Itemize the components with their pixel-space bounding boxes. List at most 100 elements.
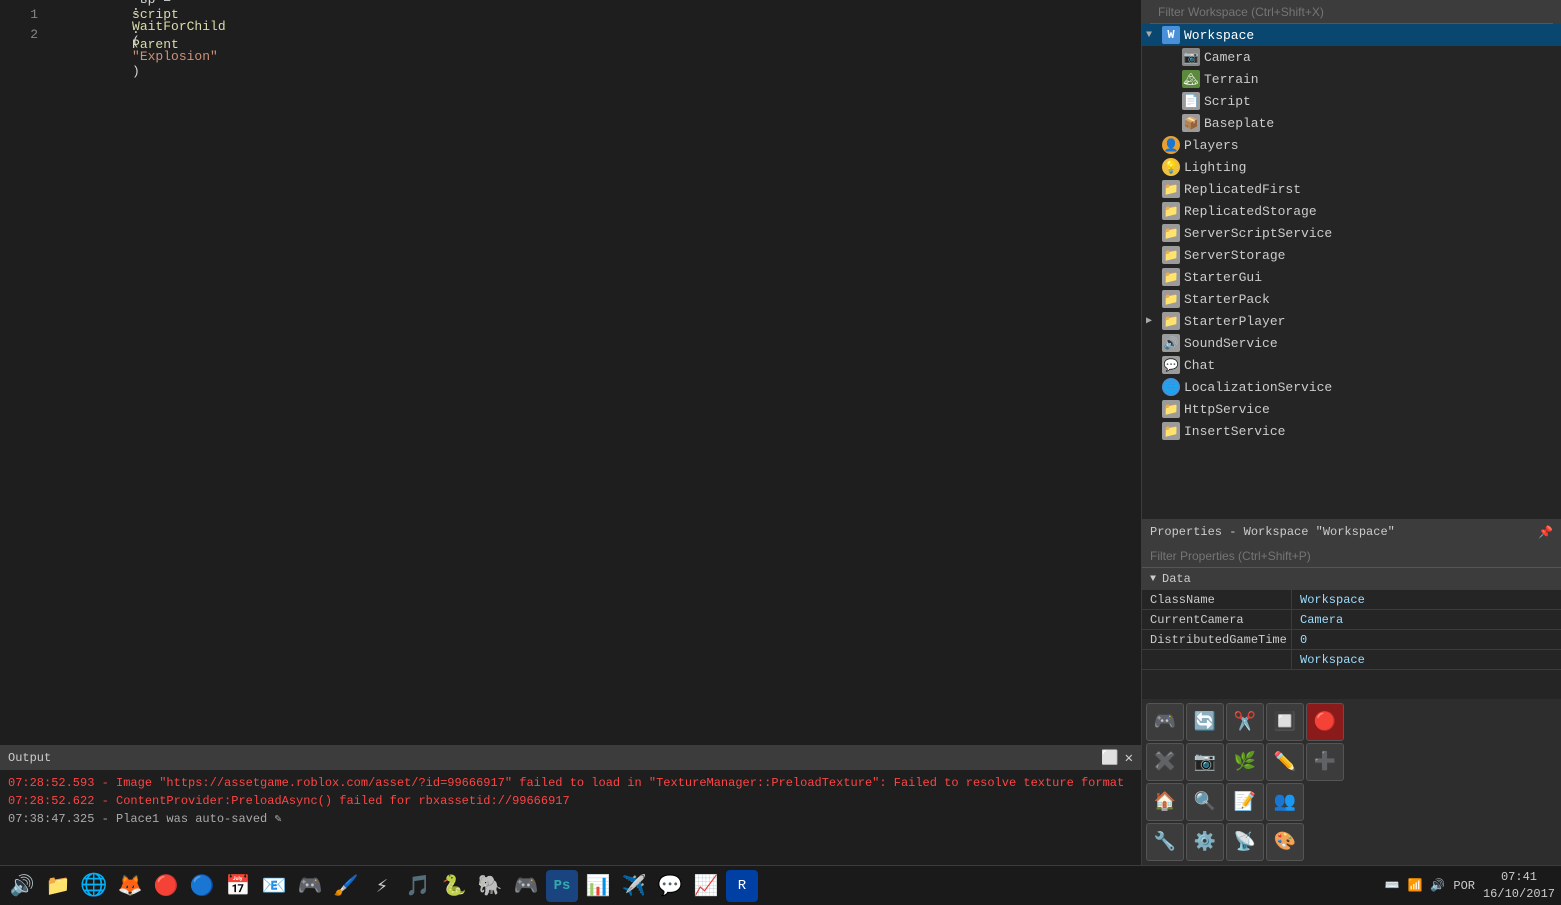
taskbar-app10[interactable]: 💬 [654, 870, 686, 902]
tree-item-sound-service[interactable]: 🔊 SoundService [1142, 332, 1561, 354]
tree-item-starter-pack[interactable]: 📁 StarterPack [1142, 288, 1561, 310]
toolbar-btn-8[interactable]: 🌿 [1226, 743, 1264, 781]
output-maximize-icon[interactable]: ⬜ [1101, 750, 1118, 767]
code-line-2: 2 sp : WaitForChild ( "Explosion" ) [0, 24, 1141, 44]
code-waitforchild: WaitForChild [132, 19, 226, 34]
toolbar-btn-1[interactable]: 🎮 [1146, 703, 1184, 741]
toolbar-btn-13[interactable]: 📝 [1226, 783, 1264, 821]
taskbar-roblox2[interactable]: R [726, 870, 758, 902]
toolbar-btn-9[interactable]: ✏️ [1266, 743, 1304, 781]
sound-service-icon: 🔊 [1162, 334, 1180, 352]
tree-item-server-storage[interactable]: 📁 ServerStorage [1142, 244, 1561, 266]
taskbar-app2[interactable]: 📧 [258, 870, 290, 902]
right-panel: ▼ W Workspace 📷 Camera 🏔 Terrain [1141, 0, 1561, 865]
tree-item-script[interactable]: 📄 Script [1142, 90, 1561, 112]
taskbar-network-icon: 📶 [1407, 878, 1422, 893]
tree-item-terrain[interactable]: 🏔 Terrain [1142, 68, 1561, 90]
tree-item-insert[interactable]: 📁 InsertService [1142, 420, 1561, 442]
toolbar-btn-3[interactable]: ✂️ [1226, 703, 1264, 741]
taskbar-app6[interactable]: 🐍 [438, 870, 470, 902]
explorer-search[interactable] [1150, 0, 1553, 24]
taskbar-clock: 07:41 16/10/2017 [1483, 869, 1555, 903]
toolbar-btn-15[interactable]: 🔧 [1146, 823, 1184, 861]
workspace-label: Workspace [1184, 28, 1254, 43]
replicated-first-label: ReplicatedFirst [1184, 182, 1301, 197]
tree-item-server-script[interactable]: 📁 ServerScriptService [1142, 222, 1561, 244]
server-script-label: ServerScriptService [1184, 226, 1332, 241]
server-storage-icon: 📁 [1162, 246, 1180, 264]
prop-row-classname: ClassName Workspace [1142, 590, 1561, 610]
server-script-icon: 📁 [1162, 224, 1180, 242]
toolbar-btn-2[interactable]: 🔄 [1186, 703, 1224, 741]
taskbar-explorer[interactable]: 📁 [42, 870, 74, 902]
section-label: Data [1162, 572, 1191, 586]
taskbar-firefox[interactable]: 🦊 [114, 870, 146, 902]
tree-item-camera[interactable]: 📷 Camera [1142, 46, 1561, 68]
replicated-storage-icon: 📁 [1162, 202, 1180, 220]
output-line-3: 07:38:47.325 - Place1 was auto-saved ✎ [8, 810, 1133, 828]
camera-label: Camera [1204, 50, 1251, 65]
tree-item-replicated-storage[interactable]: 📁 ReplicatedStorage [1142, 200, 1561, 222]
toolbar-row-3: 🏠 🔍 📝 👥 [1146, 783, 1557, 821]
replicated-first-icon: 📁 [1162, 180, 1180, 198]
toolbar-btn-10[interactable]: ➕ [1306, 743, 1344, 781]
taskbar-start[interactable]: 🔊 [6, 870, 38, 902]
tree-item-workspace[interactable]: ▼ W Workspace [1142, 24, 1561, 46]
toolbar-btn-16[interactable]: ⚙️ [1186, 823, 1224, 861]
prop-value-workspace-label: Workspace [1292, 650, 1561, 669]
taskbar-app8[interactable]: 📊 [582, 870, 614, 902]
prop-section-data[interactable]: ▼ Data [1142, 568, 1561, 590]
explorer-header [1142, 0, 1561, 24]
taskbar-blender[interactable]: ⚡ [366, 870, 398, 902]
taskbar-app4[interactable]: 🖌️ [330, 870, 362, 902]
toolbar-btn-11[interactable]: 🏠 [1146, 783, 1184, 821]
output-header: Output ⬜ ✕ [0, 746, 1141, 770]
output-close-icon[interactable]: ✕ [1125, 750, 1133, 767]
prop-name-workspace-label [1142, 650, 1292, 669]
toolbar-btn-18[interactable]: 🎨 [1266, 823, 1304, 861]
taskbar-app7[interactable]: 🐘 [474, 870, 506, 902]
starter-player-arrow: ▶ [1146, 315, 1162, 327]
toolbar-btn-7[interactable]: 📷 [1186, 743, 1224, 781]
taskbar-app3[interactable]: 🎮 [294, 870, 326, 902]
toolbar-btn-14[interactable]: 👥 [1266, 783, 1304, 821]
toolbar-grid: 🎮 🔄 ✂️ 🔲 🔴 ✖️ 📷 🌿 ✏️ ➕ 🏠 🔍 📝 👥 🔧 [1142, 699, 1561, 865]
tree-item-lighting[interactable]: 💡 Lighting [1142, 156, 1561, 178]
taskbar-opera[interactable]: 🔴 [150, 870, 182, 902]
output-panel: Output ⬜ ✕ 07:28:52.593 - Image "https:/… [0, 745, 1141, 865]
code-editor: 1 local sp = script . Parent 2 sp : Wait… [0, 0, 1141, 865]
output-line-1: 07:28:52.593 - Image "https://assetgame.… [8, 774, 1133, 792]
tree-item-starter-gui[interactable]: 📁 StarterGui [1142, 266, 1561, 288]
taskbar-ie[interactable]: 🔵 [186, 870, 218, 902]
tree-item-replicated-first[interactable]: 📁 ReplicatedFirst [1142, 178, 1561, 200]
line-number-1: 1 [8, 7, 38, 22]
explorer-container: ▼ W Workspace 📷 Camera 🏔 Terrain [1142, 0, 1561, 519]
output-line-2: 07:28:52.622 - ContentProvider:PreloadAs… [8, 792, 1133, 810]
taskbar-app1[interactable]: 📅 [222, 870, 254, 902]
properties-pin-icon[interactable]: 📌 [1538, 525, 1553, 540]
tree-item-starter-player[interactable]: ▶ 📁 StarterPlayer [1142, 310, 1561, 332]
taskbar-app9[interactable]: ✈️ [618, 870, 650, 902]
taskbar-chrome[interactable]: 🌐 [78, 870, 110, 902]
tree-item-players[interactable]: 👤 Players [1142, 134, 1561, 156]
insert-icon: 📁 [1162, 422, 1180, 440]
toolbar-btn-4[interactable]: 🔲 [1266, 703, 1304, 741]
toolbar-btn-17[interactable]: 📡 [1226, 823, 1264, 861]
prop-row-workspace-label: Workspace [1142, 650, 1561, 670]
tree-item-chat[interactable]: 💬 Chat [1142, 354, 1561, 376]
taskbar-app11[interactable]: 📈 [690, 870, 722, 902]
toolbar-btn-6[interactable]: ✖️ [1146, 743, 1184, 781]
tree-item-baseplate[interactable]: 📦 Baseplate [1142, 112, 1561, 134]
tree-item-localization[interactable]: 🌐 LocalizationService [1142, 376, 1561, 398]
properties-panel: Properties - Workspace "Workspace" 📌 ▼ D… [1142, 519, 1561, 699]
toolbar-btn-12[interactable]: 🔍 [1186, 783, 1224, 821]
tree-item-http[interactable]: 📁 HttpService [1142, 398, 1561, 420]
taskbar-ps[interactable]: Ps [546, 870, 578, 902]
toolbar-btn-5[interactable]: 🔴 [1306, 703, 1344, 741]
explorer-tree[interactable]: ▼ W Workspace 📷 Camera 🏔 Terrain [1142, 24, 1561, 519]
taskbar-app5[interactable]: 🎵 [402, 870, 434, 902]
properties-search[interactable] [1142, 544, 1561, 568]
toolbar-row-1: 🎮 🔄 ✂️ 🔲 🔴 [1146, 703, 1557, 741]
workspace-arrow: ▼ [1146, 30, 1162, 41]
taskbar-roblox[interactable]: 🎮 [510, 870, 542, 902]
